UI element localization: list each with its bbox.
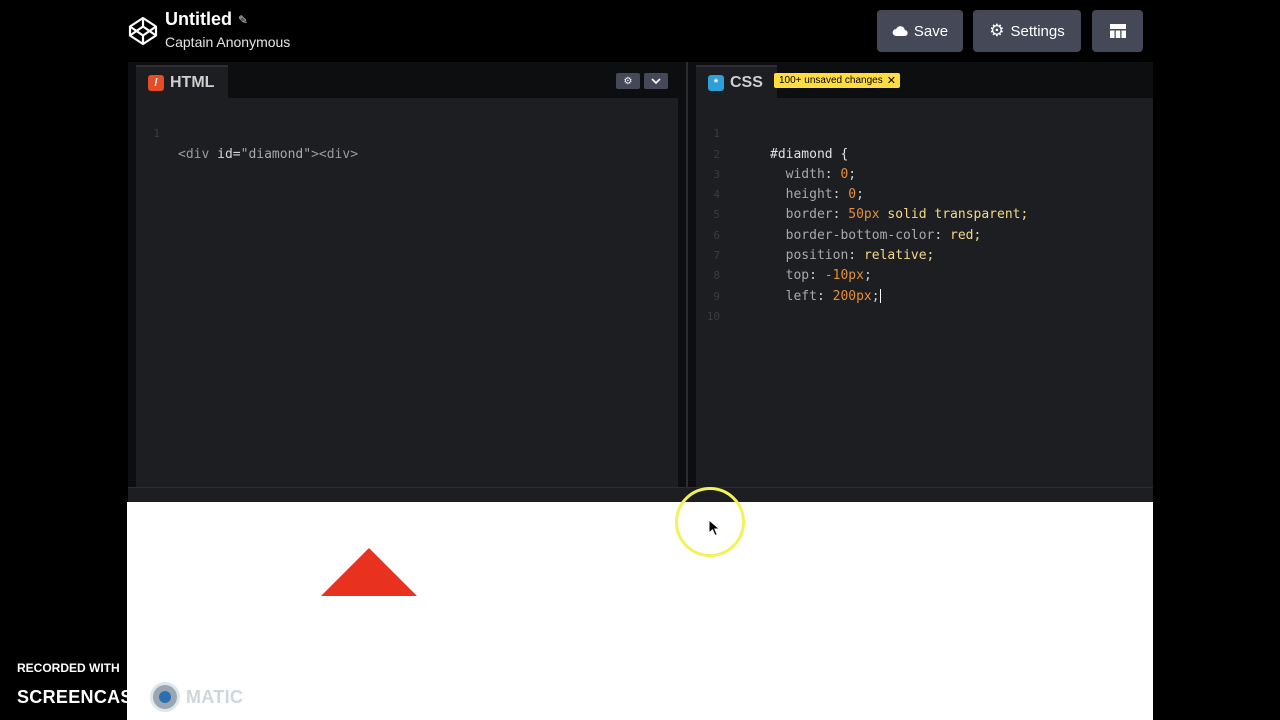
code-line: 3 height: 0; xyxy=(696,145,1153,202)
code-line: 8 left: 200px; xyxy=(696,246,1153,304)
screencastomatic-logo-icon xyxy=(150,682,181,712)
preview-resize-handle[interactable] xyxy=(128,487,1153,502)
settings-button-label: Settings xyxy=(1010,22,1065,40)
pencil-icon[interactable]: ✎ xyxy=(238,13,248,27)
screencastomatic-watermark: SCREENCAST MATIC xyxy=(17,682,243,712)
chevron-down-icon xyxy=(651,78,661,84)
code-line: 9 xyxy=(696,266,1153,303)
code-line: 7 top: -10px; xyxy=(696,226,1153,283)
settings-button[interactable]: ⚙ Settings xyxy=(973,10,1081,52)
pen-title-text[interactable]: Untitled xyxy=(165,9,232,30)
html-tab[interactable]: / HTML xyxy=(136,65,229,98)
unsaved-changes-badge[interactable]: 100+ unsaved changes ✕ xyxy=(774,73,900,88)
css-icon: * xyxy=(708,74,724,91)
html-editor-header: / HTML ⚙ xyxy=(136,62,678,98)
code-token: "diamond" xyxy=(240,146,312,162)
save-button[interactable]: Save xyxy=(877,10,963,52)
save-button-label: Save xyxy=(913,22,949,40)
watermark-brand-b: MATIC xyxy=(186,686,244,707)
html-icon: / xyxy=(148,74,164,91)
mouse-pointer-icon xyxy=(708,519,721,537)
code-line: 1 <div id="diamond"><div> xyxy=(136,104,678,161)
line-number: 10 xyxy=(706,309,720,323)
editor-settings-button[interactable]: ⚙ xyxy=(616,73,640,89)
diamond-shape xyxy=(321,548,417,596)
html-editor[interactable]: / HTML ⚙ 1 <div id="diamond"><div> xyxy=(136,62,678,487)
editor-left-edge xyxy=(128,62,136,487)
code-token: <div xyxy=(178,146,210,162)
result-preview[interactable] xyxy=(127,502,1153,720)
code-line: 4 border: 50px solid transparent; xyxy=(696,165,1153,222)
cloud-icon xyxy=(892,26,908,37)
editor-workspace: / HTML ⚙ 1 <div id="diamond"><div> * CSS… xyxy=(128,62,1153,487)
css-code-area[interactable]: 1 #diamond { 2 width: 0; 3 height: 0; 4 … xyxy=(696,104,1153,323)
pen-title[interactable]: Untitled ✎ xyxy=(165,9,248,30)
line-number: 1 xyxy=(153,127,160,141)
code-token: ><div> xyxy=(311,146,359,162)
code-text: <div id="diamond"><div> xyxy=(178,145,358,165)
watermark-brand-a: SCREENCAST xyxy=(17,686,145,707)
code-token: id= xyxy=(209,146,241,162)
html-tab-label: HTML xyxy=(170,73,215,91)
close-icon[interactable]: ✕ xyxy=(887,74,896,87)
css-editor[interactable]: * CSS 100+ unsaved changes ✕ 1 #diamond … xyxy=(696,62,1153,487)
gear-icon: ⚙ xyxy=(989,21,1005,40)
css-tab-label: CSS xyxy=(730,73,763,91)
change-view-button[interactable] xyxy=(1092,10,1143,52)
codepen-logo-icon[interactable] xyxy=(128,16,158,46)
code-line: 1 #diamond { xyxy=(696,104,1153,161)
unsaved-changes-text: 100+ unsaved changes xyxy=(779,75,883,86)
collapse-editor-button[interactable] xyxy=(644,73,668,89)
watermark-caption: RECORDED WITH xyxy=(17,661,120,675)
css-tab[interactable]: * CSS xyxy=(696,65,777,98)
gear-icon: ⚙ xyxy=(623,75,633,87)
code-line: 6 position: relative; xyxy=(696,205,1153,263)
css-editor-header: * CSS 100+ unsaved changes ✕ xyxy=(696,62,1153,98)
html-code-area[interactable]: 1 <div id="diamond"><div> xyxy=(136,104,678,161)
author-name: Captain Anonymous xyxy=(165,34,291,50)
editor-resize-handle[interactable] xyxy=(678,62,696,487)
layout-grid-icon xyxy=(1109,24,1126,38)
code-line: 2 width: 0; xyxy=(696,124,1153,182)
code-line: 5 border-bottom-color: red; xyxy=(696,185,1153,242)
code-line: 10 xyxy=(696,287,1153,323)
